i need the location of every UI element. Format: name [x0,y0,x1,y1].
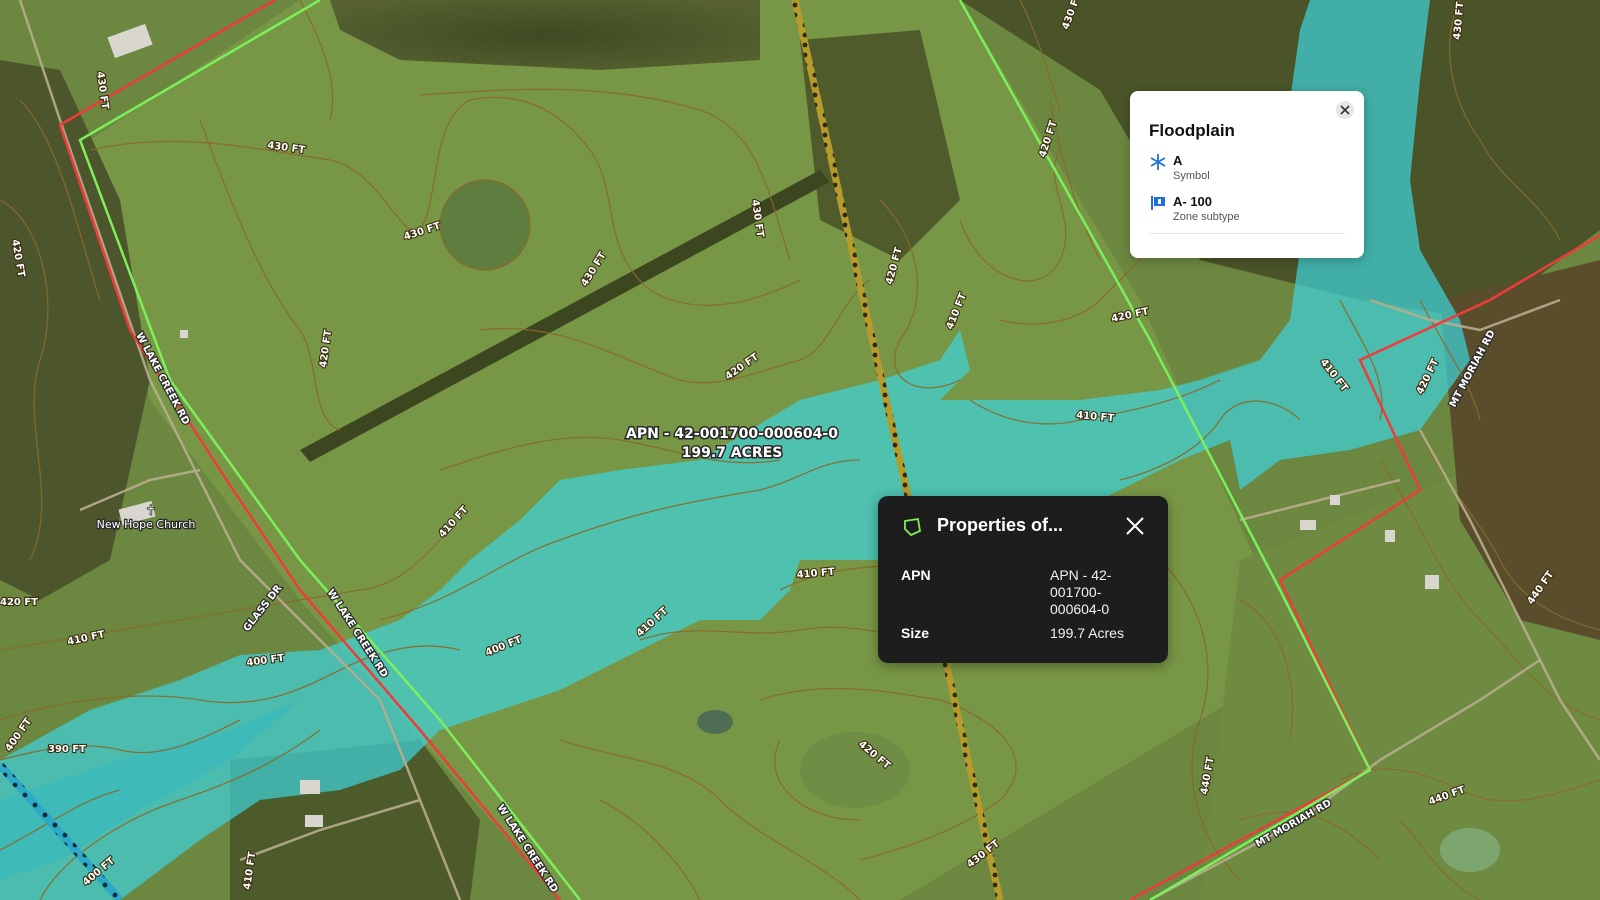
pond [1440,828,1500,872]
poi-label: New Hope Church [97,518,196,531]
size-key: Size [901,625,930,641]
apn-key: APN [901,567,931,583]
popup-title: Properties of... [937,515,1064,535]
close-icon[interactable] [1336,101,1354,119]
pond [800,732,910,808]
apn-value: APN - 42-001700-000604-0 [1050,567,1112,617]
zone-subtype-value: A- 100 [1173,194,1213,209]
parcel-apn-label: APN - 42-001700-000604-0 [626,426,838,442]
flag-icon [1149,194,1167,212]
floodplain-popup: Floodplain A Symbol A- 100 Zone subtype [1130,91,1364,258]
pond [697,710,733,734]
church-icon: ✝ [145,503,157,519]
asterisk-icon [1149,153,1167,171]
svg-text:420 FT: 420 FT [0,597,38,608]
pond [439,179,531,271]
svg-text:390 FT: 390 FT [48,744,86,755]
divider [1149,233,1345,234]
popup-title: Floodplain [1149,121,1235,140]
size-value: 199.7 Acres [1050,625,1124,641]
close-icon[interactable] [1124,515,1146,537]
zone-subtype-label: Zone subtype [1173,211,1240,223]
parcel-size-label: 199.7 ACRES [682,445,783,461]
properties-popup: Properties of... APN APN - 42-001700-000… [878,496,1168,663]
parcel-polygon-icon [902,517,922,542]
symbol-label: Symbol [1173,170,1210,182]
symbol-value: A [1173,153,1183,168]
